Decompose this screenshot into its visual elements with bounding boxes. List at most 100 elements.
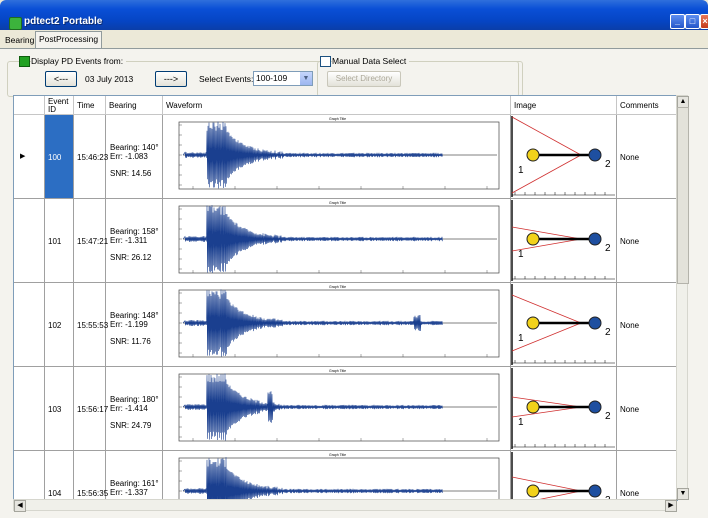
time-cell[interactable]: 15:55:53 xyxy=(74,283,109,366)
waveform-cell[interactable]: Graph Title xyxy=(163,115,511,198)
select-events-dropdown[interactable]: 100-109 ▼ xyxy=(253,71,313,86)
comments-cell[interactable]: None xyxy=(617,115,677,198)
svg-text:2: 2 xyxy=(605,411,611,422)
waveform-plot: Graph Title xyxy=(178,201,500,274)
svg-text:2: 2 xyxy=(605,327,611,338)
column-header-image[interactable]: Image xyxy=(511,96,617,115)
comments-cell[interactable]: None xyxy=(617,283,677,366)
previous-date-button[interactable]: <--- xyxy=(45,71,77,87)
bearing-diagram: 12 xyxy=(511,116,615,197)
event-time: 15:55:53 xyxy=(77,321,109,330)
row-header[interactable] xyxy=(14,199,45,282)
comment-text: None xyxy=(620,321,640,330)
waveform-cell[interactable]: Graph Title xyxy=(163,451,511,500)
horizontal-scrollbar[interactable]: ◀ ▶ xyxy=(13,499,677,512)
bearing-error: Err: -1.083 xyxy=(110,152,148,161)
waveform-title: Graph Title xyxy=(329,285,346,289)
time-cell[interactable]: 15:56:35 xyxy=(74,451,109,500)
waveform-cell[interactable]: Graph Title xyxy=(163,199,511,282)
bearing-value: Bearing: 180° xyxy=(110,395,159,404)
manual-data-select-label: Manual Data Select xyxy=(332,56,410,66)
bearing-error: Err: -1.414 xyxy=(110,404,148,413)
comments-cell[interactable]: None xyxy=(617,367,677,450)
scroll-left-icon[interactable]: ◀ xyxy=(14,500,26,512)
bearing-cell[interactable]: Bearing: 161°Err: -1.337SNR: 26.29 xyxy=(106,451,163,500)
table-row[interactable]: 103 15:56:17 Bearing: 180° Err: -1.414 SNR: … xyxy=(14,367,677,451)
table-row[interactable]: 102 15:55:53 Bearing: 148° Err: -1.199 SNR: … xyxy=(14,283,677,367)
event-id-cell[interactable]: 104 xyxy=(45,451,74,500)
bearing-diagram: 12 xyxy=(511,368,615,449)
bearing-cell[interactable]: Bearing: 140° Err: -1.083 SNR: 14.56 xyxy=(106,115,163,198)
minimize-icon[interactable]: _ xyxy=(670,14,685,29)
tab-bearing[interactable]: Bearing xyxy=(2,33,37,47)
row-header[interactable] xyxy=(14,367,45,450)
waveform-cell[interactable]: Graph Title xyxy=(163,283,511,366)
waveform-title: Graph Title xyxy=(329,453,346,457)
waveform-plot: Graph Title xyxy=(178,285,500,358)
waveform-title: Graph Title xyxy=(329,369,346,373)
comment-text: None xyxy=(620,405,640,414)
application-window: pdtect2 Portable _ □ × Bearing PostProce… xyxy=(0,0,708,518)
comments-cell[interactable]: None xyxy=(617,199,677,282)
svg-text:1: 1 xyxy=(518,333,524,344)
column-header-event-id[interactable]: Event ID xyxy=(45,96,74,115)
title-bar[interactable]: pdtect2 Portable _ □ × xyxy=(0,0,708,30)
column-header-waveform[interactable]: Waveform xyxy=(163,96,511,115)
event-id-cell[interactable]: 102 xyxy=(45,283,74,366)
comment-text: None xyxy=(620,489,640,498)
bearing-cell[interactable]: Bearing: 180° Err: -1.414 SNR: 24.79 xyxy=(106,367,163,450)
vertical-scrollbar[interactable]: ▲ ▼ xyxy=(676,95,689,500)
column-header-time[interactable]: Time xyxy=(74,96,106,115)
comments-cell[interactable]: None xyxy=(617,451,677,500)
scroll-thumb[interactable] xyxy=(677,107,689,284)
row-header[interactable] xyxy=(14,283,45,366)
event-id-cell[interactable]: 103 xyxy=(45,367,74,450)
tab-postprocessing[interactable]: PostProcessing xyxy=(35,31,103,48)
bearing-cell[interactable]: Bearing: 158° Err: -1.311 SNR: 26.12 xyxy=(106,199,163,282)
select-directory-button[interactable]: Select Directory xyxy=(327,71,401,87)
event-id-cell[interactable]: 100 xyxy=(45,115,74,198)
row-header[interactable] xyxy=(14,451,45,500)
waveform-cell[interactable]: Graph Title xyxy=(163,367,511,450)
manual-data-select-checkbox[interactable] xyxy=(320,56,331,67)
scroll-down-icon[interactable]: ▼ xyxy=(677,488,689,500)
next-date-button[interactable]: ---> xyxy=(155,71,187,87)
display-events-checkbox[interactable] xyxy=(19,56,30,67)
app-icon xyxy=(9,17,22,30)
snr-value: SNR: 26.12 xyxy=(110,253,152,262)
bearing-cell[interactable]: Bearing: 148° Err: -1.199 SNR: 11.76 xyxy=(106,283,163,366)
image-cell[interactable]: 12 xyxy=(511,451,617,500)
event-time: 15:56:17 xyxy=(77,405,109,414)
column-header-bearing[interactable]: Bearing xyxy=(106,96,163,115)
time-cell[interactable]: 15:56:17 xyxy=(74,367,109,450)
waveform-plot: Graph Title xyxy=(178,369,500,442)
snr-value: SNR: 24.79 xyxy=(110,421,152,430)
comment-text: None xyxy=(620,153,640,162)
column-header-comments[interactable]: Comments xyxy=(617,96,677,115)
image-cell[interactable]: 12 xyxy=(511,199,617,282)
time-cell[interactable]: 15:46:23 xyxy=(74,115,108,198)
bearing-diagram: 12 xyxy=(511,284,615,365)
select-events-value: 100-109 xyxy=(256,73,288,83)
image-cell[interactable]: 12 xyxy=(511,283,617,366)
time-cell[interactable]: 15:47:21 xyxy=(74,199,108,282)
scroll-right-icon[interactable]: ▶ xyxy=(665,500,677,512)
table-row[interactable]: ▶ 100 15:46:23 Bearing: 140° Err: -1.083 SNR:… xyxy=(14,115,677,199)
comment-text: None xyxy=(620,237,640,246)
image-cell[interactable]: 12 xyxy=(511,367,617,450)
event-id-cell[interactable]: 101 xyxy=(45,199,74,282)
image-cell[interactable]: 12 xyxy=(511,115,617,198)
svg-text:1: 1 xyxy=(518,165,524,176)
bearing-diagram: 12 xyxy=(511,200,615,281)
event-id: 100 xyxy=(48,153,62,162)
event-id: 102 xyxy=(48,321,62,330)
event-id: 103 xyxy=(48,405,62,414)
table-row[interactable]: 104 15:56:35Bearing: 161°Err: -1.337SNR: … xyxy=(14,451,677,500)
maximize-icon[interactable]: □ xyxy=(685,14,700,29)
chevron-down-icon[interactable]: ▼ xyxy=(300,72,312,85)
close-icon[interactable]: × xyxy=(700,14,708,29)
event-time: 15:56:35 xyxy=(77,489,109,498)
table-row[interactable]: 101 15:47:21 Bearing: 158° Err: -1.311 SNR: … xyxy=(14,199,677,283)
row-header[interactable]: ▶ xyxy=(14,115,45,198)
svg-text:1: 1 xyxy=(518,249,524,260)
